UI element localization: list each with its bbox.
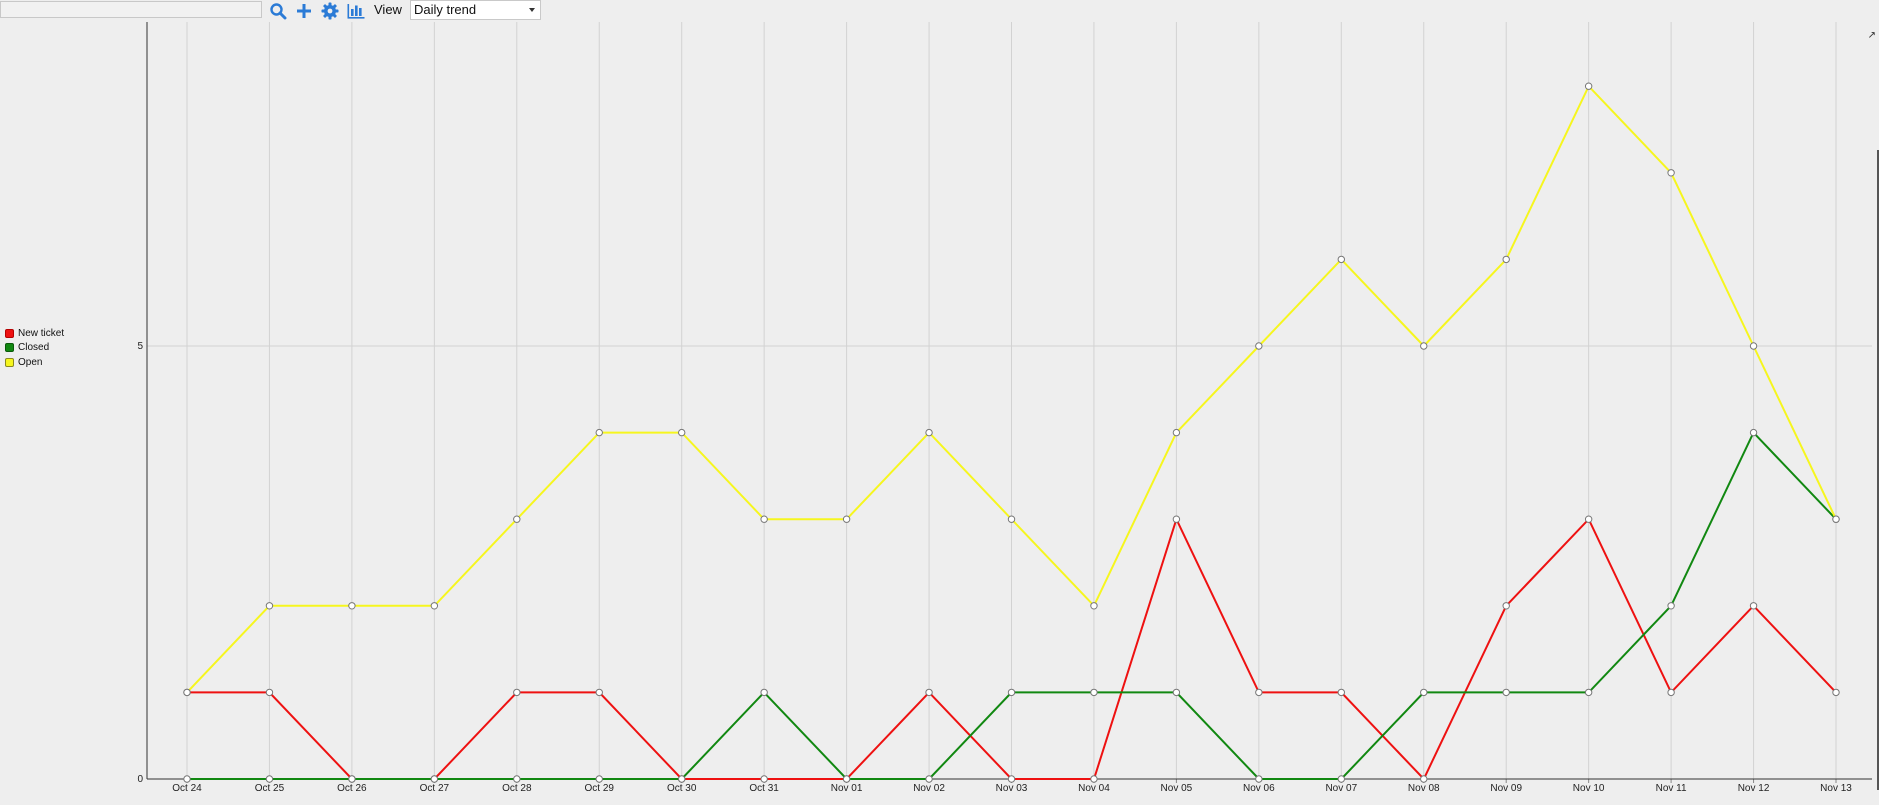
data-point-new-ticket: [265, 688, 274, 697]
data-point-new-ticket: [1832, 688, 1840, 697]
x-tick-label: Nov 03: [996, 783, 1028, 794]
data-point-open: [1502, 255, 1510, 264]
data-point-open: [678, 428, 686, 437]
data-point-closed: [1420, 688, 1428, 697]
data-point-open: [183, 688, 191, 697]
data-point-open: [595, 428, 603, 437]
data-point-closed: [925, 775, 933, 783]
data-point-closed: [1090, 688, 1098, 697]
data-point-open: [760, 515, 768, 523]
data-point-new-ticket: [1337, 688, 1346, 697]
trend-line-chart: Oct 24 Oct 25 Oct 26 Oct 27 Oct 28 Oct 29 Oct …: [137, 22, 1872, 794]
x-tick-label: Oct 28: [502, 783, 532, 794]
data-point-open: [842, 515, 851, 523]
x-tick-label: Nov 09: [1490, 783, 1522, 794]
data-point-open: [925, 428, 933, 437]
data-point-new-ticket: [1667, 688, 1675, 697]
data-point-closed: [265, 775, 274, 783]
x-tick-label: Nov 08: [1408, 783, 1440, 794]
x-tick-label: Oct 27: [420, 783, 450, 794]
x-tick-label: Oct 24: [172, 783, 202, 794]
data-point-closed: [430, 775, 439, 783]
data-point-new-ticket: [1090, 775, 1098, 783]
data-point-closed: [760, 688, 768, 697]
data-point-closed: [1502, 688, 1510, 697]
data-point-closed: [842, 775, 851, 783]
data-point-new-ticket: [595, 688, 603, 697]
x-tick-label: Nov 13: [1820, 783, 1852, 794]
data-point-open: [265, 602, 274, 610]
data-point-closed: [1667, 602, 1675, 610]
x-tick-label: Nov 12: [1738, 783, 1770, 794]
data-point-open: [348, 602, 356, 610]
data-point-closed: [1255, 775, 1263, 783]
x-tick-label: Nov 06: [1243, 783, 1275, 794]
data-point-new-ticket: [1584, 515, 1593, 523]
data-point-closed: [595, 775, 603, 783]
data-point-open: [1420, 342, 1428, 350]
x-tick-label: Nov 05: [1161, 783, 1193, 794]
x-tick-label: Oct 26: [337, 783, 367, 794]
x-tick-label: Oct 29: [585, 783, 615, 794]
data-point-closed: [1172, 688, 1181, 697]
data-point-open: [1667, 169, 1675, 177]
data-point-new-ticket: [1255, 688, 1263, 697]
data-point-open: [1090, 602, 1098, 610]
data-point-new-ticket: [1749, 602, 1758, 610]
x-tick-label: Oct 25: [255, 783, 285, 794]
data-point-open: [1584, 82, 1593, 90]
data-point-new-ticket: [1502, 602, 1510, 610]
data-point-new-ticket: [760, 775, 768, 783]
x-tick-label: Nov 11: [1656, 783, 1687, 794]
data-point-open: [1255, 342, 1263, 350]
y-tick-label: 0: [137, 774, 143, 785]
data-point-open: [513, 515, 521, 523]
data-point-new-ticket: [1007, 775, 1016, 783]
data-point-new-ticket: [513, 688, 521, 697]
x-tick-label: Nov 04: [1078, 783, 1110, 794]
data-point-closed: [348, 775, 356, 783]
x-tick-label: Nov 02: [913, 783, 945, 794]
data-point-closed: [1337, 775, 1346, 783]
y-tick-label: 5: [137, 341, 143, 352]
x-tick-label: Oct 31: [749, 783, 779, 794]
scroll-up-icon[interactable]: ↗: [1868, 30, 1876, 41]
data-point-new-ticket: [1172, 515, 1181, 523]
data-point-closed: [513, 775, 521, 783]
x-tick-label: Nov 10: [1573, 783, 1605, 794]
data-point-closed: [1749, 428, 1758, 437]
data-point-open: [1337, 255, 1346, 264]
data-point-closed: [1007, 688, 1016, 697]
data-point-new-ticket: [925, 688, 933, 697]
data-point-closed: [183, 775, 191, 783]
data-point-open: [1172, 428, 1181, 437]
data-point-open: [1007, 515, 1016, 523]
x-tick-label: Nov 01: [831, 783, 863, 794]
data-point-open: [430, 602, 439, 610]
data-point-closed: [1584, 688, 1593, 697]
x-tick-label: Nov 07: [1325, 783, 1357, 794]
x-tick-label: Oct 30: [667, 783, 697, 794]
data-point-new-ticket: [1420, 775, 1428, 783]
data-point-open: [1749, 342, 1758, 350]
data-point-closed: [678, 775, 686, 783]
data-point-open: [1832, 515, 1840, 523]
